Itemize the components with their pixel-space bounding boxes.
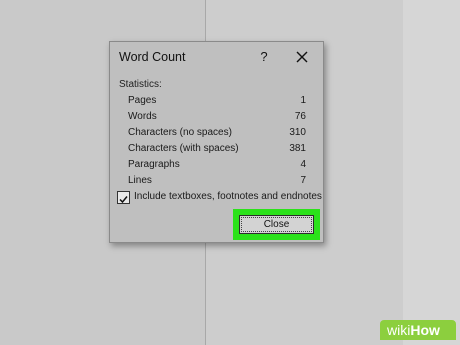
- close-icon[interactable]: [292, 47, 312, 67]
- stat-row-characters-no-spaces: Characters (no spaces) 310: [128, 127, 306, 143]
- include-textboxes-checkbox[interactable]: [117, 191, 130, 204]
- document-background-right: [403, 0, 460, 345]
- wikihow-watermark: wikiHow: [380, 320, 456, 340]
- include-textboxes-label: Include textboxes, footnotes and endnote…: [134, 191, 322, 202]
- stat-label: Lines: [128, 175, 152, 186]
- stat-label: Words: [128, 111, 157, 122]
- stat-row-words: Words 76: [128, 111, 306, 127]
- close-button-highlight: Close: [233, 209, 320, 240]
- stat-value: 1: [300, 95, 306, 106]
- dialog-title: Word Count: [119, 50, 186, 64]
- stat-label: Characters (with spaces): [128, 143, 239, 154]
- checkmark-icon: [119, 196, 128, 204]
- help-button[interactable]: ?: [254, 47, 274, 67]
- stat-value: 381: [289, 143, 306, 154]
- stat-row-paragraphs: Paragraphs 4: [128, 159, 306, 175]
- stat-value: 7: [300, 175, 306, 186]
- stat-row-characters-with-spaces: Characters (with spaces) 381: [128, 143, 306, 159]
- stat-value: 4: [300, 159, 306, 170]
- statistics-list: Pages 1 Words 76 Characters (no spaces) …: [128, 95, 306, 191]
- stat-row-lines: Lines 7: [128, 175, 306, 191]
- word-count-dialog: Word Count ? Statistics: Pages 1 Words 7…: [109, 41, 324, 243]
- stat-row-pages: Pages 1: [128, 95, 306, 111]
- stat-label: Paragraphs: [128, 159, 180, 170]
- watermark-text: wikiHow: [387, 322, 440, 338]
- stat-value: 76: [294, 111, 306, 122]
- stat-label: Characters (no spaces): [128, 127, 232, 138]
- close-button[interactable]: Close: [239, 215, 314, 234]
- stat-label: Pages: [128, 95, 157, 106]
- statistics-heading: Statistics:: [119, 79, 162, 90]
- stat-value: 310: [289, 127, 306, 138]
- dialog-title-bar[interactable]: Word Count ?: [110, 42, 323, 72]
